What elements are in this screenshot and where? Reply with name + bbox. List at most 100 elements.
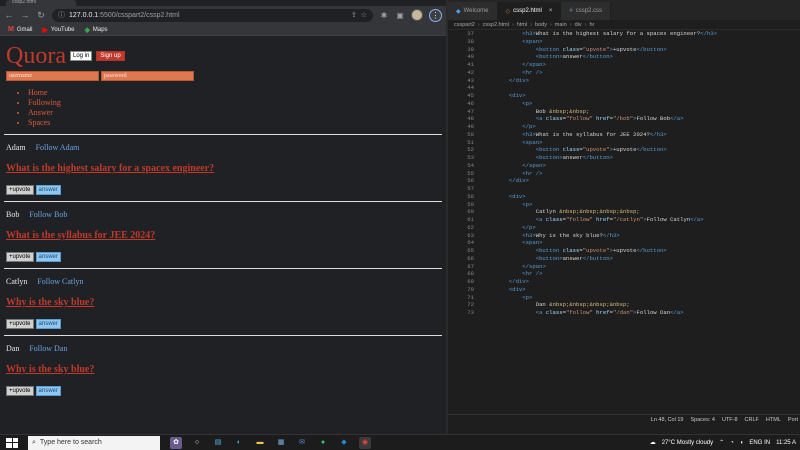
status-cursor[interactable]: Ln 48, Col 19 [651,417,684,423]
line-number: 45 [467,92,474,99]
address-bar[interactable]: ⓘ 127.0.0.1:5500/csspart2/cssp2.html ⇪ ☆ [52,8,373,22]
code-editor[interactable]: 37 38 39 40 41 42 43 44 45 46 47 48 49 50 51 52 53 54 55 56… [448,30,800,424]
code-line: </p> [522,223,536,231]
status-language[interactable]: HTML [766,417,781,423]
line-number-gutter: 37 38 39 40 41 42 43 44 45 46 47 48 49 50 51 52 53 54 55 56… [448,30,474,317]
bookmark-star-icon[interactable]: ☆ [361,11,367,19]
tray-arrow-icon[interactable]: ⌃ [719,439,724,446]
code-line: <button>answer</button> [535,154,613,161]
breadcrumb-item[interactable]: csspart2 [454,22,475,28]
line-number: 46 [467,99,474,107]
clock[interactable]: 11:25 A [776,440,796,446]
post-meta: Bob Follow Bob [6,210,440,219]
nav-item-answer[interactable]: Answer [28,108,440,118]
line-number: 39 [467,45,474,53]
extensions-icon[interactable]: ✱ [379,11,389,20]
weather-text[interactable]: 27°C Mostly cloudy [662,440,713,446]
task-view-windows-icon[interactable]: ▤ [212,437,224,449]
nav-item-home[interactable]: Home [28,88,440,98]
signup-button[interactable]: Sign up [96,51,125,61]
username-input[interactable]: username [6,71,99,81]
line-number: 51 [467,138,474,146]
vscode-taskbar-icon[interactable]: ◆ [338,437,350,449]
password-input[interactable]: password [101,71,194,81]
back-arrow-icon[interactable]: ← [4,10,14,20]
tab-welcome[interactable]: ◆ Welcome [448,2,498,20]
edge-icon[interactable]: ◐ [233,437,245,449]
login-button[interactable]: Log in [69,51,93,61]
bookmark-gmail[interactable]: M Gmail [8,26,33,33]
breadcrumb-item[interactable]: html [517,22,527,28]
nav-item-spaces[interactable]: Spaces [28,118,440,128]
nav-item-following[interactable]: Following [28,98,440,108]
store-icon[interactable]: ▦ [275,437,287,449]
tab-cssp2-css[interactable]: # cssp2.css [561,2,612,20]
breadcrumb-item[interactable]: hr [589,22,594,28]
upvote-button[interactable]: +upvote [6,319,34,329]
chrome-icon[interactable]: ◉ [359,436,371,449]
share-icon[interactable]: ⇪ [351,11,357,19]
status-encoding[interactable]: UTF-8 [722,417,738,423]
url-path: :5500/csspart2/cssp2.html [98,11,180,19]
answer-button[interactable]: answer [35,185,61,195]
gmail-icon: M [8,26,14,33]
forward-arrow-icon[interactable]: → [20,10,30,20]
answer-button[interactable]: answer [35,319,61,329]
code-line: <button class="upvote">+upvote</button> [535,45,667,53]
wifi-icon[interactable]: ◔ [730,440,734,446]
code-line: <div> [508,92,526,99]
spotify-icon[interactable]: ● [317,437,329,449]
code-line: <hr /> [522,68,543,76]
line-number: 58 [467,192,474,200]
profile-avatar[interactable] [411,9,423,21]
mail-icon[interactable]: ✉ [296,437,308,449]
breadcrumb-item[interactable]: cssp2.html [483,22,509,28]
upvote-button[interactable]: +upvote [6,252,34,262]
web-page: Quora Log in Sign up username password H… [0,36,446,434]
upvote-button[interactable]: +upvote [6,185,34,195]
windows-start-icon[interactable] [6,437,18,448]
status-indent[interactable]: Spaces: 4 [690,417,714,423]
question-link[interactable]: Why is the sky blue? [6,364,440,375]
breadcrumb-item[interactable]: div [575,22,582,28]
code-line: <a class="follow" href="/bob">Follow Bob… [535,115,684,123]
widget-icon[interactable]: ✿ [170,436,182,449]
close-icon[interactable]: × [549,8,553,14]
breadcrumb-item[interactable]: body [535,22,547,28]
file-explorer-icon[interactable]: ▬ [254,437,266,449]
breadcrumb-item[interactable]: main [555,22,567,28]
follow-link[interactable]: Follow Catlyn [37,277,83,286]
question-link[interactable]: What is the syllabus for JEE 2024? [6,230,440,241]
bookmark-maps[interactable]: ◆ Maps [84,26,107,34]
task-view-icon[interactable]: ○ [191,437,203,449]
browser-tab[interactable]: cssp2.html [6,0,76,6]
vscode-icon: ◆ [456,8,461,15]
bookmark-youtube[interactable]: ▶ YouTube [43,26,75,34]
question-link[interactable]: What is the highest salary for a spacex … [6,163,440,174]
taskbar-search[interactable]: ⌕ Type here to search [28,435,160,450]
side-panel-icon[interactable]: ▣ [395,11,405,20]
answer-button[interactable]: answer [35,252,61,262]
status-eol[interactable]: CRLF [745,417,759,423]
browser-menu-icon[interactable]: ⋮ [429,8,442,22]
code-line: <h3>Why is the sky blue?</h3> [522,231,620,239]
post-card: Catlyn Follow Catlyn Why is the sky blue?… [6,271,440,333]
line-number: 67 [467,262,474,270]
follow-link[interactable]: Follow Dan [29,344,67,353]
info-icon[interactable]: ⓘ [58,10,65,20]
language-indicator[interactable]: ENG IN [749,440,770,446]
nav-list: Home Following Answer Spaces [28,88,440,128]
question-link[interactable]: Why is the sky blue? [6,297,440,308]
line-number: 60 [467,208,474,216]
follow-link[interactable]: Follow Adam [36,143,80,152]
tab-cssp2-html[interactable]: ◇ cssp2.html × [497,2,562,20]
code-line: <p> [522,99,533,107]
volume-icon[interactable]: ◖ [740,440,744,446]
status-port[interactable]: Port [788,417,798,423]
browser-tabstrip: cssp2.html [0,0,446,6]
upvote-button[interactable]: +upvote [6,386,34,396]
reload-icon[interactable]: ↻ [36,10,46,20]
code-content[interactable]: <h3>What is the highest salary for a spa… [482,30,800,317]
answer-button[interactable]: answer [35,386,61,396]
follow-link[interactable]: Follow Bob [29,210,67,219]
